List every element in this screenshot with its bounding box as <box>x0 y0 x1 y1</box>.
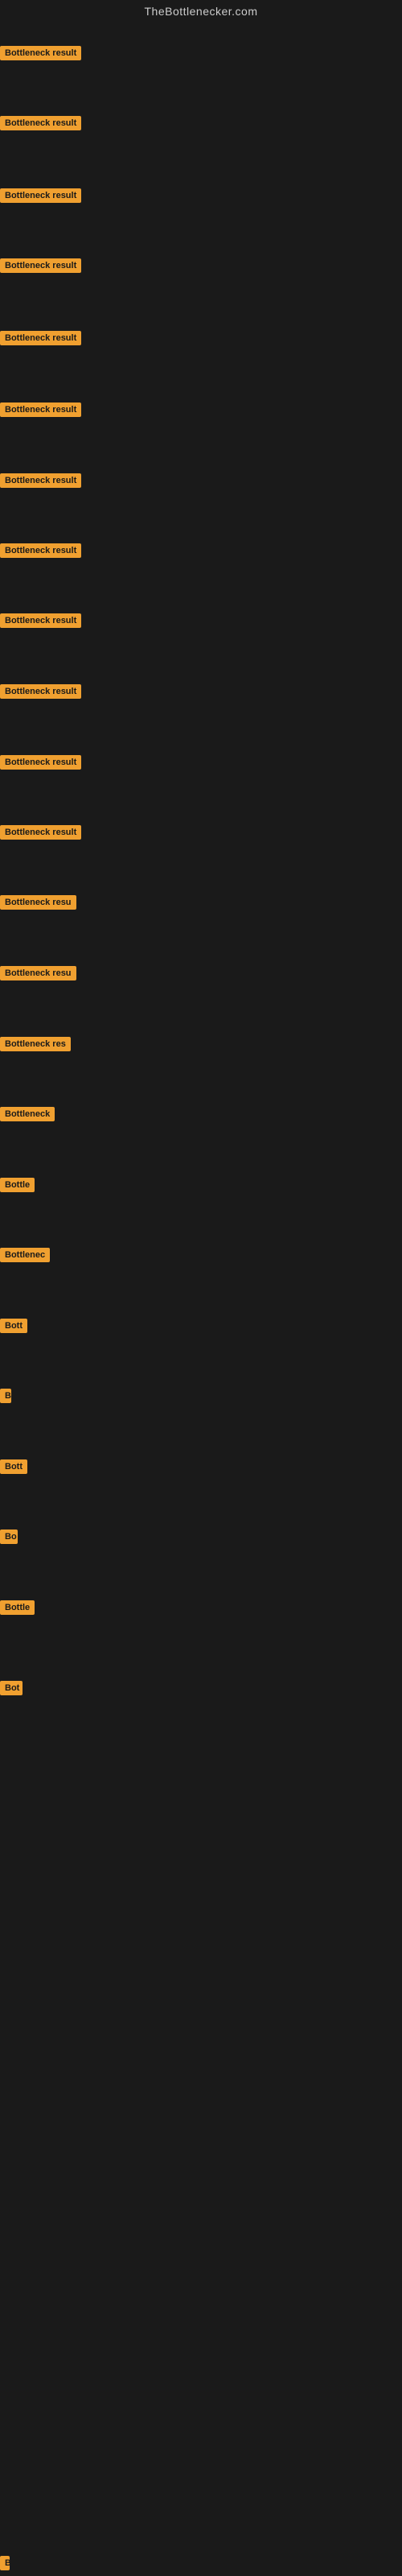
site-title: TheBottlenecker.com <box>0 0 402 23</box>
bottleneck-badge[interactable]: Bottleneck result <box>0 331 81 345</box>
bottleneck-badge[interactable]: Bottle <box>0 1600 35 1615</box>
bottleneck-badge[interactable]: Bott <box>0 1319 27 1333</box>
bottleneck-badge-row: Bottleneck <box>0 1107 55 1125</box>
bottleneck-badge[interactable]: Bottleneck res <box>0 1037 71 1051</box>
bottleneck-badge-row: Bottleneck result <box>0 825 81 844</box>
bottleneck-badge[interactable]: Bottle <box>0 1178 35 1192</box>
bottleneck-badge-row: Bottleneck result <box>0 684 81 703</box>
bottleneck-badge[interactable]: Bottleneck resu <box>0 895 76 910</box>
bottleneck-badge[interactable]: Bottleneck result <box>0 613 81 628</box>
bottleneck-badge[interactable]: Bottleneck result <box>0 116 81 130</box>
bottleneck-badge[interactable]: Bott <box>0 1459 27 1474</box>
bottleneck-badge-row: Bottleneck result <box>0 46 81 64</box>
bottleneck-badge-row: Bottleneck result <box>0 331 81 349</box>
bottleneck-badge[interactable]: Bottleneck <box>0 1107 55 1121</box>
bottleneck-badge-row: Bottleneck result <box>0 613 81 632</box>
bottleneck-badge[interactable]: Bottleneck result <box>0 402 81 417</box>
bottleneck-badge-row: Bottleneck result <box>0 473 81 492</box>
bottleneck-badge[interactable]: Bottleneck resu <box>0 966 76 980</box>
bottleneck-badge-row: Bottle <box>0 1600 35 1619</box>
bottleneck-badge-row: Bott <box>0 1459 27 1478</box>
bottleneck-badge-row: Bottle <box>0 1178 35 1196</box>
bottleneck-badge[interactable]: B <box>0 1389 11 1403</box>
bottleneck-badge-row: Bottleneck res <box>0 1037 71 1055</box>
bottleneck-badge[interactable]: Bo <box>0 1530 18 1544</box>
bottleneck-badge-row: B <box>0 1389 11 1407</box>
bottleneck-badge[interactable]: Bot <box>0 1681 23 1695</box>
bottleneck-badge[interactable]: Bottlenec <box>0 1248 50 1262</box>
bottleneck-badge-row: Bot <box>0 1681 23 1699</box>
bottleneck-badge[interactable]: B <box>0 2556 10 2570</box>
bottleneck-badge-row: Bottleneck resu <box>0 895 76 914</box>
bottleneck-badge[interactable]: Bottleneck result <box>0 825 81 840</box>
bottleneck-badge-row: Bo <box>0 1530 18 1548</box>
bottleneck-badge[interactable]: Bottleneck result <box>0 473 81 488</box>
bottleneck-badge[interactable]: Bottleneck result <box>0 684 81 699</box>
bottleneck-badge[interactable]: Bottleneck result <box>0 188 81 203</box>
bottleneck-badge-row: Bottleneck result <box>0 755 81 774</box>
bottleneck-badge-row: Bottleneck result <box>0 543 81 562</box>
bottleneck-badge-row: Bottleneck result <box>0 402 81 421</box>
bottleneck-badge-row: Bott <box>0 1319 27 1337</box>
bottleneck-badge[interactable]: Bottleneck result <box>0 258 81 273</box>
bottleneck-badge[interactable]: Bottleneck result <box>0 755 81 770</box>
bottleneck-badge-row: B <box>0 2556 10 2574</box>
bottleneck-badge-row: Bottleneck result <box>0 188 81 207</box>
bottleneck-badge-row: Bottleneck result <box>0 116 81 134</box>
bottleneck-badge-row: Bottleneck result <box>0 258 81 277</box>
bottleneck-badge-row: Bottleneck resu <box>0 966 76 985</box>
bottleneck-badge[interactable]: Bottleneck result <box>0 46 81 60</box>
bottleneck-badge[interactable]: Bottleneck result <box>0 543 81 558</box>
bottleneck-badge-row: Bottlenec <box>0 1248 50 1266</box>
